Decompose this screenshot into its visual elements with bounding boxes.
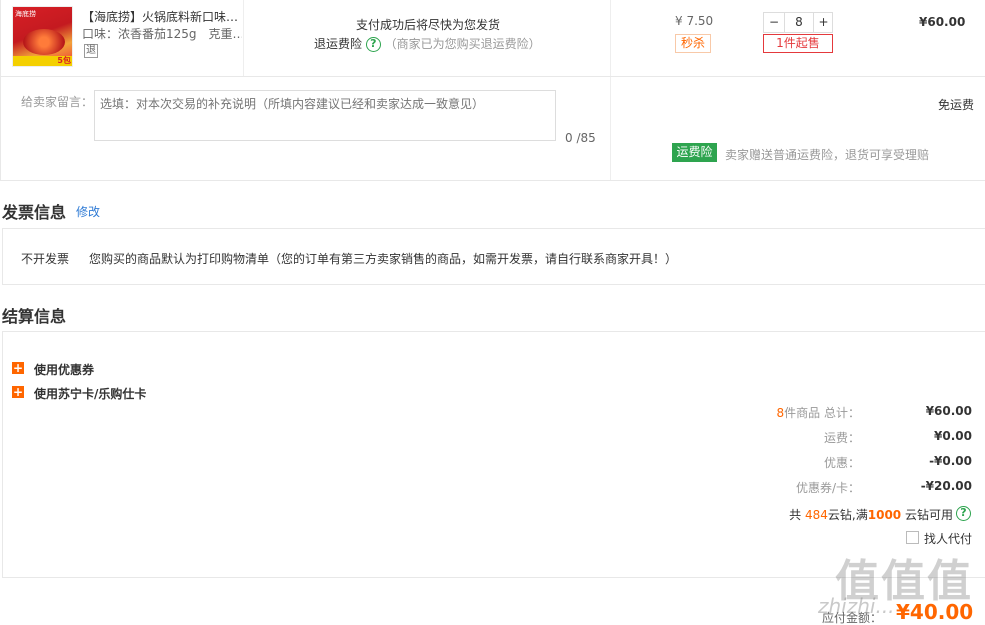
- hotpot-image: [23, 29, 65, 55]
- product-divider-2: [610, 0, 611, 76]
- message-label: 给卖家留言：: [21, 95, 94, 109]
- product-spec: 口味：浓香番茄125g 克重…: [82, 27, 242, 41]
- cloud-count: 484: [805, 508, 828, 522]
- cloud-pre: 共: [789, 508, 802, 522]
- quantity-stepper: − 8 +: [763, 12, 833, 33]
- proxy-pay-checkbox[interactable]: [906, 531, 919, 544]
- cloud-post: 云钻可用: [904, 508, 953, 522]
- item-subtotal: ¥60.00: [919, 15, 966, 29]
- product-divider-1: [243, 0, 244, 76]
- cloud-mid: 云钻,满: [827, 508, 868, 522]
- invoice-title: 发票信息: [2, 203, 67, 222]
- invoice-note: 您购买的商品默认为打印购物清单（您的订单有第三方卖家销售的商品，如需开发票，请自…: [89, 252, 678, 266]
- min-order-tag: 1件起售: [763, 34, 833, 53]
- invoice-edit-link[interactable]: 修改: [76, 203, 100, 220]
- flash-sale-tag: 秒杀: [675, 34, 711, 53]
- product-title[interactable]: 【海底捞】火锅底料新口味…: [82, 8, 242, 25]
- cloud-help-icon[interactable]: ?: [956, 506, 971, 521]
- help-icon[interactable]: ?: [365, 37, 381, 52]
- shipping-fee: 免运费: [938, 98, 975, 112]
- qty-plus-button[interactable]: +: [814, 13, 833, 32]
- coupon-card-value: -¥20.00: [920, 479, 972, 493]
- unit-price: ¥ 7.50: [675, 14, 714, 28]
- card-toggle[interactable]: 使用苏宁卡/乐购仕卡: [34, 385, 146, 402]
- coupon-toggle[interactable]: 使用优惠券: [34, 361, 94, 378]
- watermark-site: zhizhi...: [818, 594, 895, 618]
- freight-value: ¥0.00: [934, 429, 972, 443]
- total-label: 8件商品 总计：: [700, 404, 860, 421]
- coupon-expand-icon[interactable]: +: [12, 362, 24, 374]
- cloud-threshold: 1000: [867, 508, 902, 522]
- invoice-type: 不开发票: [21, 252, 70, 266]
- item-count-text: 件商品 总计：: [784, 406, 860, 420]
- insurance-badge: 运费险: [672, 143, 717, 162]
- qty-minus-button[interactable]: −: [764, 13, 784, 32]
- message-divider: [610, 77, 611, 180]
- insurance-text: 卖家赠送普通运费险，退货可享受理赔: [725, 148, 930, 162]
- product-thumbnail[interactable]: 海底捞 5包: [12, 6, 73, 67]
- message-counter: 0 /85: [565, 131, 596, 145]
- total-value: ¥60.00: [925, 404, 972, 418]
- discount-value: -¥0.00: [929, 454, 972, 468]
- coupon-card-label: 优惠券/卡：: [795, 481, 860, 495]
- ship-note: 支付成功后将尽快为您发货: [356, 18, 501, 32]
- discount-label: 优惠：: [823, 456, 860, 470]
- insurance-label: 退运费险: [314, 37, 363, 51]
- cloud-diamond-line: 共 484云钻,满1000 云钻可用: [700, 506, 953, 523]
- return-badge-icon: 退: [84, 44, 98, 58]
- qty-input[interactable]: 8: [784, 13, 814, 32]
- settlement-title: 结算信息: [2, 307, 67, 326]
- thumb-bar: 5包: [13, 56, 72, 66]
- insurance-line: 退运费险 ? （商家已为您购买退运费险）: [314, 35, 541, 52]
- card-expand-icon[interactable]: +: [12, 386, 24, 398]
- thumb-tag: 5包: [57, 56, 71, 65]
- message-input[interactable]: [94, 90, 556, 141]
- insurance-note: （商家已为您购买退运费险）: [384, 37, 541, 51]
- thumb-brand: 海底捞: [15, 10, 36, 18]
- freight-label: 运费：: [823, 431, 860, 445]
